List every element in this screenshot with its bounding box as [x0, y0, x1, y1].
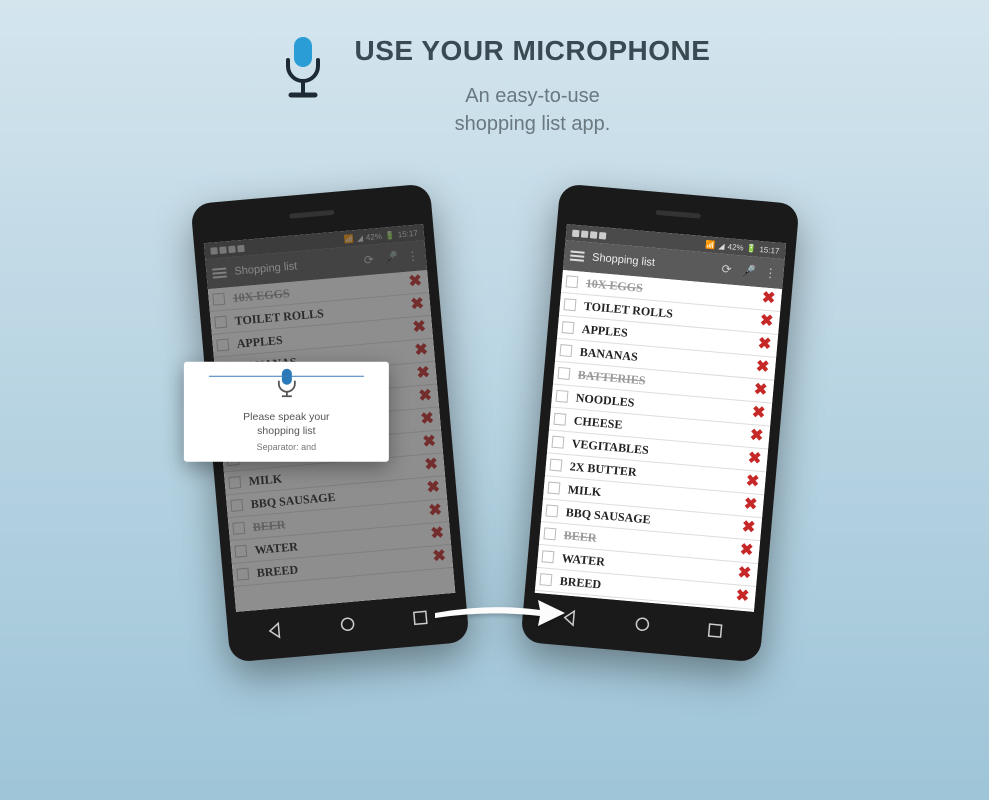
checkbox[interactable] [547, 482, 560, 495]
delete-icon[interactable]: ✖ [753, 382, 768, 399]
checkbox[interactable] [557, 367, 570, 380]
menu-icon[interactable] [569, 251, 584, 262]
checkbox[interactable] [539, 573, 552, 586]
back-button[interactable] [264, 621, 284, 641]
checkbox[interactable] [559, 344, 572, 357]
shopping-list: 10X EGGS✖TOILET ROLLS✖APPLES✖BANANAS✖BAT… [534, 270, 781, 612]
delete-icon[interactable]: ✖ [757, 336, 772, 353]
voice-separator-label: Separator: and [193, 442, 378, 452]
arrow-icon [430, 588, 570, 638]
promo-subtitle: An easy-to-use shopping list app. [355, 82, 711, 138]
recent-button[interactable] [410, 608, 430, 628]
promo-header: USE YOUR MICROPHONE An easy-to-use shopp… [0, 0, 989, 138]
wifi-icon: 📶 [705, 240, 716, 250]
battery-icon: 🔋 [746, 243, 757, 253]
voice-input-dialog[interactable]: Please speak your shopping list Separato… [183, 362, 388, 462]
recent-button[interactable] [705, 621, 725, 641]
delete-icon[interactable]: ✖ [737, 565, 752, 582]
microphone-icon [275, 368, 297, 403]
voice-prompt-text: Please speak your shopping list [193, 411, 378, 438]
checkbox[interactable] [561, 321, 574, 334]
checkbox[interactable] [549, 459, 562, 472]
clock-label: 15:17 [759, 245, 780, 256]
voice-wave-line [208, 376, 363, 377]
delete-icon[interactable]: ✖ [741, 520, 756, 537]
battery-label: 42% [727, 242, 744, 252]
checkbox[interactable] [551, 436, 564, 449]
signal-icon: ◢ [718, 241, 725, 251]
delete-icon[interactable]: ✖ [755, 359, 770, 376]
delete-icon[interactable]: ✖ [749, 428, 764, 445]
microphone-icon [279, 35, 327, 100]
delete-icon[interactable]: ✖ [739, 542, 754, 559]
promo-title: USE YOUR MICROPHONE [355, 35, 711, 67]
delete-icon[interactable]: ✖ [745, 474, 760, 491]
checkbox[interactable] [541, 550, 554, 563]
mic-icon[interactable]: 🎤 [740, 264, 755, 279]
phone-mockup-left: 📶 ◢ 42% 🔋 15:17 Shopping list ⟳ 🎤 ⋮ 10X … [190, 183, 469, 662]
more-icon[interactable]: ⋮ [762, 265, 777, 280]
phone-screen: 📶 ◢ 42% 🔋 15:17 Shopping list ⟳ 🎤 ⋮ 10X … [534, 224, 785, 612]
home-button[interactable] [337, 614, 357, 634]
checkbox[interactable] [553, 413, 566, 426]
sync-icon[interactable]: ⟳ [719, 262, 734, 277]
delete-icon[interactable]: ✖ [759, 313, 774, 330]
checkbox[interactable] [555, 390, 568, 403]
delete-icon[interactable]: ✖ [761, 290, 776, 307]
checkbox[interactable] [543, 527, 556, 540]
delete-icon[interactable]: ✖ [743, 497, 758, 514]
checkbox[interactable] [563, 298, 576, 311]
delete-icon[interactable]: ✖ [735, 588, 750, 605]
home-button[interactable] [632, 614, 652, 634]
delete-icon[interactable]: ✖ [747, 451, 762, 468]
app-title: Shopping list [591, 251, 712, 273]
checkbox[interactable] [545, 504, 558, 517]
checkbox[interactable] [565, 275, 578, 288]
delete-icon[interactable]: ✖ [751, 405, 766, 422]
